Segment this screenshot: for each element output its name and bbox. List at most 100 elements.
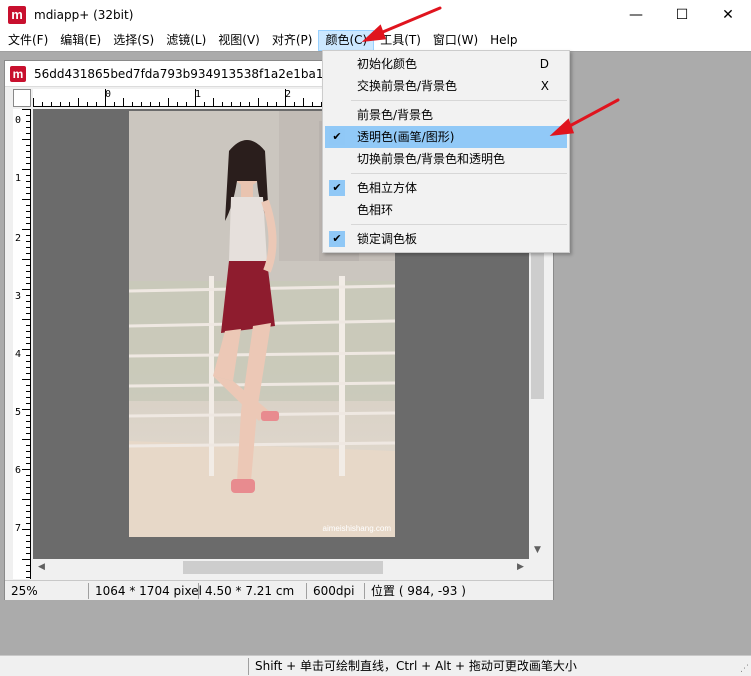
ruler-tick [26,367,30,368]
menu-item-label: 初始化颜色 [357,57,418,71]
status-pixel-size: 1064 * 1704 pixel [89,582,202,599]
ruler-tick [22,259,30,260]
horizontal-scroll-thumb[interactable] [183,561,383,574]
ruler-tick [22,109,30,110]
ruler-tick [26,211,30,212]
menu-item-lock-palette[interactable]: ✔ 锁定调色板 [323,228,569,250]
photo-watermark: aimeishishang.com [322,524,391,533]
document-status-bar: 25% 1064 * 1704 pixel 4.50 * 7.21 cm 600… [5,580,553,600]
ruler-tick [22,229,30,230]
menu-bar: 文件(F) 编辑(E) 选择(S) 滤镜(L) 视图(V) 对齐(P) 颜色(C… [0,30,751,51]
menu-item-hue-cube[interactable]: ✔ 色相立方体 [323,177,569,199]
document-logo-icon: m [10,65,26,82]
ruler-tick [213,98,214,106]
menu-window[interactable]: 窗口(W) [427,30,484,51]
status-position: 位置 ( 984, -93 ) [371,583,466,598]
ruler-tick [26,301,30,302]
ruler-tick [26,181,30,182]
ruler-tick [26,331,30,332]
menu-align[interactable]: 对齐(P) [266,30,319,51]
ruler-tick [186,102,187,106]
menu-tools[interactable]: 工具(T) [374,30,427,51]
ruler-tick [26,523,30,524]
ruler-tick [240,102,241,106]
ruler-tick [22,169,30,170]
ruler-tick [26,217,30,218]
ruler-tick [22,529,30,530]
menu-item-hue-ring[interactable]: 色相环 [323,199,569,221]
ruler-tick [22,199,30,200]
menu-item-toggle-transparent[interactable]: 切换前景色/背景色和透明色 [323,148,569,170]
ruler-tick [105,89,106,106]
resize-grip-icon[interactable]: ⋰ [740,664,749,674]
ruler-tick [195,89,196,106]
menu-edit[interactable]: 编辑(E) [54,30,107,51]
ruler-tick [26,163,30,164]
ruler-tick [26,247,30,248]
menu-item-init-colors[interactable]: 初始化颜色 D [323,53,569,75]
menu-separator [351,224,567,225]
ruler-tick [26,307,30,308]
maximize-button[interactable]: ☐ [659,0,705,30]
ruler-tick [26,517,30,518]
check-icon: ✔ [329,180,345,196]
ruler-tick [60,102,61,106]
ruler-tick [96,102,97,106]
ruler-tick [26,133,30,134]
ruler-tick [26,547,30,548]
menu-item-shortcut: D [539,57,549,71]
horizontal-scrollbar[interactable]: ◀ ▶ [33,559,529,576]
ruler-tick [26,577,30,578]
ruler-tick [26,193,30,194]
ruler-corner[interactable] [13,89,31,107]
ruler-tick [26,187,30,188]
ruler-tick [26,121,30,122]
menu-item-label: 前景色/背景色 [357,108,434,122]
menu-item-fg-bg[interactable]: 前景色/背景色 [323,104,569,126]
ruler-tick [26,565,30,566]
minimize-button[interactable]: — [613,0,659,30]
menu-item-shortcut: X [540,79,549,93]
ruler-tick [42,102,43,106]
ruler-tick [26,433,30,434]
ruler-tick [294,102,295,106]
close-button[interactable]: ✕ [705,0,751,30]
ruler-tick [26,463,30,464]
ruler-tick [26,415,30,416]
ruler-tick [22,319,30,320]
ruler-tick [26,325,30,326]
menu-color[interactable]: 颜色(C) [318,30,375,51]
ruler-tick [26,571,30,572]
status-zoom: 25% [5,582,89,599]
ruler-tick [22,139,30,140]
ruler-tick [132,102,133,106]
scroll-right-icon[interactable]: ▶ [512,559,529,576]
ruler-tick [26,553,30,554]
ruler-tick [276,102,277,106]
ruler-tick [26,427,30,428]
menu-item-label: 色相立方体 [357,181,418,195]
menu-select[interactable]: 选择(S) [107,30,160,51]
menu-item-swap-colors[interactable]: 交换前景色/背景色 X [323,75,569,97]
ruler-tick [22,499,30,500]
menu-item-label: 切换前景色/背景色和透明色 [357,152,506,166]
scroll-left-icon[interactable]: ◀ [33,559,50,576]
ruler-tick [177,102,178,106]
ruler-tick [114,102,115,106]
ruler-tick [26,115,30,116]
menu-separator [351,100,567,101]
status-dpi: 600dpi [307,582,365,599]
ruler-tick [26,397,30,398]
ruler-tick [150,102,151,106]
menu-file[interactable]: 文件(F) [2,30,54,51]
menu-item-transparent[interactable]: ✔ 透明色(画笔/图形) [325,126,567,148]
ruler-tick [22,469,30,470]
menu-help[interactable]: Help [484,30,523,51]
ruler-tick [26,235,30,236]
menu-filter[interactable]: 滤镜(L) [160,30,212,51]
menu-item-label: 色相环 [357,203,394,217]
menu-item-label: 交换前景色/背景色 [357,79,458,93]
ruler-tick [123,98,124,106]
scroll-down-icon[interactable]: ▼ [529,542,546,559]
menu-view[interactable]: 视图(V) [212,30,266,51]
